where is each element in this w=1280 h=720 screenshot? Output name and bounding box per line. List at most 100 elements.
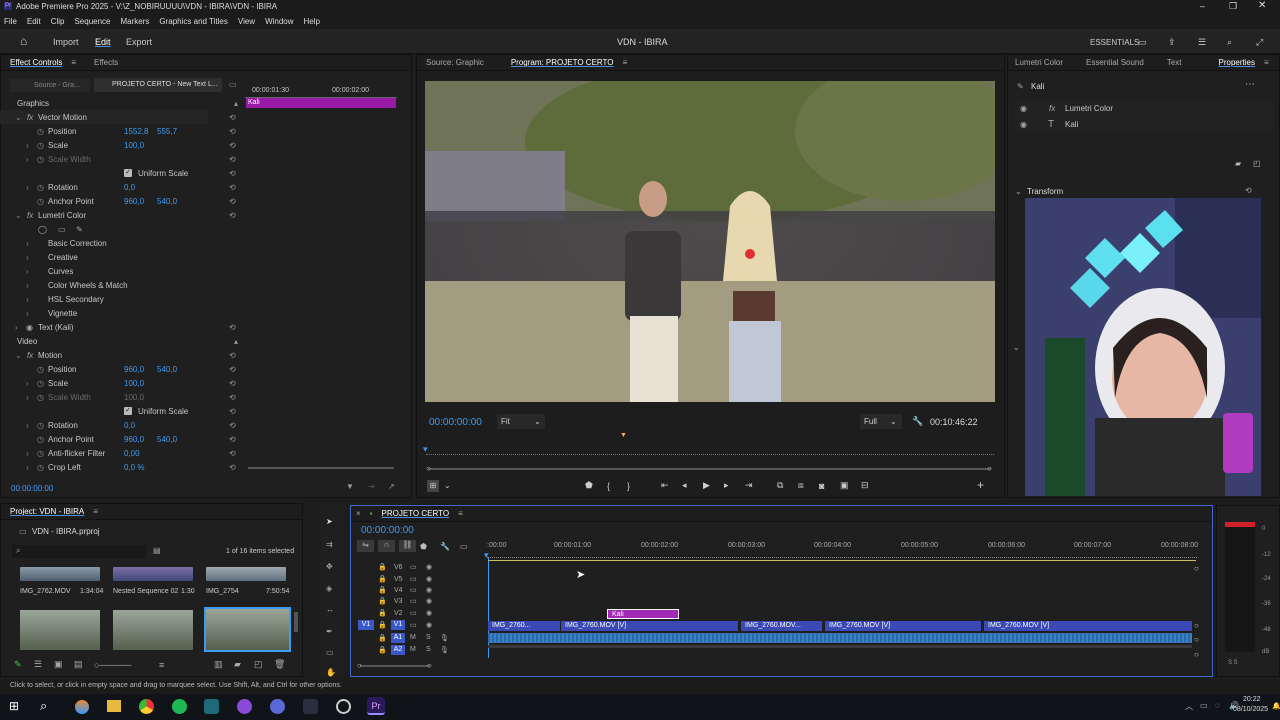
spotify-icon[interactable] (172, 699, 187, 714)
lumetri-basic-row[interactable]: › Basic Correction (0, 236, 245, 250)
automate-icon[interactable]: ▥ (214, 659, 234, 670)
tab-effects[interactable]: Effects (94, 58, 118, 67)
list-view-icon[interactable]: ☰ (34, 659, 54, 670)
freeform-view-icon[interactable]: ▤ (74, 659, 94, 670)
edit-tab[interactable]: Edit (95, 37, 111, 47)
clock-date[interactable]: 08/10/2025 (1233, 706, 1268, 713)
thumb-img2762[interactable] (20, 567, 100, 581)
hand-tool-icon[interactable]: ✋ (326, 668, 336, 677)
menu-sequence[interactable]: Sequence (74, 17, 110, 26)
transform-chevron-icon[interactable]: ⌄ (1015, 187, 1022, 196)
rect-mask-icon[interactable]: ▭ (58, 225, 66, 234)
m-scale-row[interactable]: › ◷ Scale 100,0 ⟲ (0, 376, 245, 390)
track-select-icon[interactable]: ⇉ (326, 540, 333, 549)
lift-icon[interactable]: ⧉ (777, 480, 798, 491)
go-to-out-icon[interactable]: ⇥ (745, 480, 777, 491)
timeline-settings-icon[interactable]: 🔧 (440, 542, 460, 551)
vm-position-row[interactable]: ◷ Position 1552,8 555,7 ⟲ (0, 124, 245, 138)
extract-icon[interactable]: ⧈ (798, 480, 819, 491)
tab-lumetri-color[interactable]: Lumetri Color (1015, 58, 1063, 67)
chrome-icon[interactable] (139, 699, 154, 714)
new-bin-icon[interactable]: ▤ (153, 546, 161, 555)
tab-effect-controls[interactable]: Effect Controls (10, 58, 62, 67)
fit-toggle-chevron-icon[interactable]: ⌄ (444, 481, 451, 490)
tab-essential-sound[interactable]: Essential Sound (1086, 58, 1144, 67)
camera-icon[interactable]: ◙ (819, 481, 840, 491)
zoom-handle-right[interactable]: ○ (987, 464, 992, 473)
ec-footer-timecode[interactable]: 00:00:00:00 (11, 484, 53, 493)
add-button-icon[interactable]: + (977, 478, 984, 492)
linked-selection-icon[interactable]: ⛓ (399, 540, 416, 552)
vm-rotation-row[interactable]: › ◷ Rotation 0,0 ⟲ (0, 180, 245, 194)
collapse-chevron-icon[interactable]: ⌄ (1013, 343, 1020, 352)
home-icon[interactable]: ⌂ (20, 34, 27, 48)
pen-tool-icon[interactable]: ✒ (326, 627, 333, 636)
fullscreen-icon[interactable]: ⤢ (1256, 37, 1263, 48)
program-ruler[interactable] (426, 449, 994, 455)
icon-view-icon[interactable]: ▣ (54, 659, 74, 670)
thumb-clip-selected[interactable] (204, 607, 291, 652)
lumetri-row[interactable]: ⌄ fx Lumetri Color ⟲ (0, 208, 245, 222)
sync-icon[interactable]: ▭ (410, 586, 417, 594)
lock-icon[interactable]: 🔒 (378, 597, 387, 605)
snap-icon[interactable]: ∩ (378, 540, 395, 552)
lock-icon[interactable]: 🔒 (378, 563, 387, 571)
zoom-fit-select[interactable]: Fit ⌄ (497, 414, 545, 429)
tab-properties[interactable]: Properties (1219, 58, 1255, 67)
sort-icon[interactable]: ≡ (159, 660, 214, 670)
timeline-zoom-scrollbar[interactable] (360, 665, 430, 667)
export-frame-icon[interactable]: ↗ (388, 482, 395, 491)
app-circle-icon[interactable] (336, 699, 351, 714)
thumb-clip-b[interactable] (113, 610, 193, 650)
close-button[interactable]: ✕ (1258, 0, 1266, 11)
graphic-clip-kali[interactable]: Kali (607, 609, 679, 619)
start-icon[interactable]: ⊞ (9, 699, 19, 713)
maximize-button[interactable]: ❐ (1229, 1, 1237, 12)
lumetri-vignette-row[interactable]: › Vignette (0, 306, 245, 320)
menu-graphics[interactable]: Graphics and Titles (159, 17, 227, 26)
ec-clip-bar[interactable]: Kali (246, 98, 396, 108)
menu-icon[interactable]: ☰ (1198, 37, 1206, 48)
import-tab[interactable]: Import (53, 37, 79, 47)
find-icon[interactable]: ▰ (234, 659, 254, 670)
step-forward-icon[interactable]: ▸ (724, 480, 745, 491)
clock-time[interactable]: 20:22 (1243, 696, 1261, 703)
zoom-handle-right[interactable]: ○ (427, 661, 432, 670)
lock-icon[interactable]: 🔒 (378, 609, 387, 617)
eye-icon[interactable]: ◉ (426, 575, 432, 583)
add-marker-icon[interactable]: ⬟ (585, 480, 607, 491)
solo-buttons[interactable]: S S (1228, 660, 1238, 666)
quality-select[interactable]: Full ⌄ (860, 414, 902, 429)
video-clip[interactable]: IMG_2760.MOV... (741, 621, 822, 631)
tab-projeto-certo[interactable]: PROJETO CERTO (382, 509, 450, 518)
zoom-handle-left[interactable]: ○ (426, 464, 431, 473)
source-patch-v1[interactable]: V1 (358, 620, 374, 630)
menu-markers[interactable]: Markers (121, 17, 150, 26)
program-timecode[interactable]: 00:00:00:00 (429, 417, 482, 428)
lumetri-creative-row[interactable]: › Creative (0, 250, 245, 264)
more-options-icon[interactable]: ⋯ (1245, 79, 1255, 90)
new-item-icon[interactable]: ◰ (254, 659, 274, 670)
program-zoom-bar[interactable] (428, 468, 991, 470)
m-uniform-scale-row[interactable]: ✓ Uniform Scale ⟲ (0, 404, 245, 418)
video-clip[interactable]: IMG_2760.MOV [V] (984, 621, 1192, 631)
step-back-icon[interactable]: ◂ (682, 480, 703, 491)
razor-tool-icon[interactable]: ◈ (326, 584, 332, 593)
share-icon[interactable]: ⇪ (1168, 37, 1176, 48)
panel-toggle-icon[interactable]: ▭ (229, 80, 237, 89)
trash-icon[interactable]: 🗑 (274, 659, 294, 670)
eye-icon[interactable]: ◉ (426, 621, 432, 629)
browser-icon[interactable] (270, 699, 285, 714)
video-clip[interactable]: IMG_2760... (488, 621, 560, 631)
discord-icon[interactable] (237, 699, 252, 714)
sync-icon[interactable]: ▭ (410, 597, 417, 605)
selection-tool-icon[interactable]: ➤ (326, 517, 333, 526)
file-explorer-icon[interactable] (107, 700, 121, 712)
menu-help[interactable]: Help (304, 17, 320, 26)
ripple-edit-icon[interactable]: ✥ (326, 562, 333, 571)
sequence-dropdown[interactable]: PROJETO CERTO - New Text L... (94, 78, 222, 92)
menu-file[interactable]: File (4, 17, 17, 26)
eye-icon[interactable]: ◉ (1020, 120, 1027, 129)
compare-icon[interactable]: ▣ (840, 480, 861, 491)
timeline-ruler[interactable]: :00:00 00:00:01:00 00:00:02:00 00:00:03:… (487, 542, 1198, 558)
